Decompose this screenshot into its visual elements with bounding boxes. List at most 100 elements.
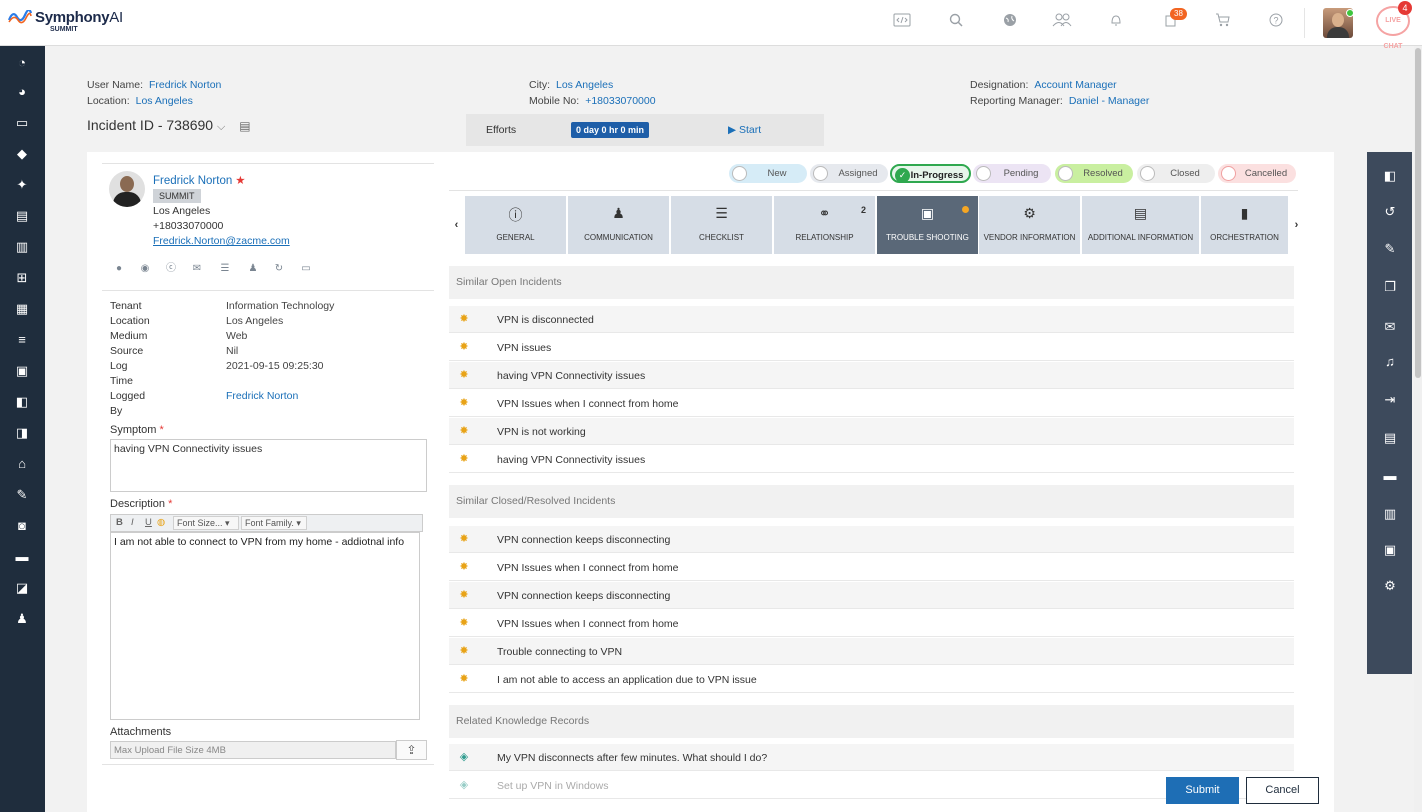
tab-vendor-information[interactable]: ⚙ VENDOR INFORMATION (979, 196, 1080, 254)
symptom-input[interactable]: having VPN Connectivity issues (110, 439, 427, 492)
report-icon[interactable]: ▤ (1380, 428, 1400, 448)
mail-icon[interactable]: ✉ (1380, 317, 1400, 337)
tab-orchestration[interactable]: ▮ ORCHESTRATION (1201, 196, 1288, 254)
chart-document-icon[interactable]: ◨ (13, 424, 31, 442)
caller-name[interactable]: Fredrick Norton ★ (153, 173, 246, 187)
briefcase-icon[interactable]: ▬ (13, 548, 31, 566)
message-icon[interactable]: ◉ (138, 262, 152, 276)
tab-trouble-shooting[interactable]: ▣ TROUBLE SHOOTING (877, 196, 978, 254)
bell-icon[interactable] (1106, 13, 1126, 33)
copy-icon[interactable]: ❐ (1380, 277, 1400, 297)
document-arrow-icon[interactable]: ▦ (13, 300, 31, 318)
list-item[interactable]: ◈ My VPN disconnects after few minutes. W… (449, 744, 1294, 771)
pdf-icon[interactable]: ▣ (1380, 540, 1400, 560)
hammer-icon[interactable]: ✎ (13, 486, 31, 504)
tab-relationship[interactable]: ⚭ 2 RELATIONSHIP (774, 196, 875, 254)
status-cancelled[interactable]: Cancelled (1218, 164, 1296, 183)
user-name-value[interactable]: Fredrick Norton (149, 79, 221, 91)
new-item-icon[interactable]: ◧ (13, 393, 31, 411)
list-item[interactable]: ✸ VPN issues (449, 334, 1294, 361)
remote-desktop-icon[interactable]: ▭ (299, 262, 313, 276)
export-icon[interactable]: ⇥ (1380, 390, 1400, 410)
designation-value[interactable]: Account Manager (1034, 79, 1116, 91)
list-item[interactable]: ✸ I am not able to access an application … (449, 666, 1294, 693)
start-button[interactable]: ▶ Start (728, 124, 761, 136)
edit-document-icon[interactable]: ▤ (13, 207, 31, 225)
upload-icon[interactable]: ⇪ (396, 740, 427, 760)
home-arrow-icon[interactable]: ⌂ (13, 455, 31, 473)
tab-general[interactable]: ⓘ GENERAL (465, 196, 566, 254)
list-item[interactable]: ✸ VPN is not working (449, 418, 1294, 445)
italic-button[interactable]: I (131, 517, 134, 528)
list-icon[interactable]: ☰ (218, 262, 232, 276)
tag-icon[interactable]: ◆ (13, 145, 31, 163)
list-item[interactable]: ✸ VPN Issues when I connect from home (449, 554, 1294, 581)
help-icon[interactable]: ? (1266, 13, 1286, 33)
symphonyai-logo[interactable]: SymphonyAI SUMMIT (8, 8, 138, 38)
comments-icon[interactable]: ▬ (1380, 466, 1400, 486)
list-item[interactable]: ✸ VPN Issues when I connect from home (449, 610, 1294, 637)
gear-person-icon[interactable]: ✦ (13, 176, 31, 194)
cart-nav-icon[interactable]: ⊞ (13, 269, 31, 287)
cart-icon[interactable] (1213, 13, 1233, 33)
bold-button[interactable]: B (116, 517, 123, 528)
tasks-icon[interactable]: 38 (1160, 8, 1187, 33)
inbox-icon[interactable]: ▣ (13, 362, 31, 380)
submit-button[interactable]: Submit (1166, 777, 1239, 804)
location-value[interactable]: Los Angeles (136, 95, 193, 107)
list-item[interactable]: ✸ VPN connection keeps disconnecting (449, 582, 1294, 609)
globe-icon[interactable] (1000, 13, 1020, 33)
edit-note-icon[interactable]: ✎ (1380, 239, 1400, 259)
cancel-button[interactable]: Cancel (1246, 777, 1319, 804)
user-action-icon[interactable]: ♟ (246, 262, 260, 276)
caller-email[interactable]: Fredrick.Norton@zacme.com (153, 235, 290, 247)
color-icon[interactable]: ◍ (157, 517, 165, 528)
list-item[interactable]: ✸ VPN connection keeps disconnecting (449, 526, 1294, 553)
chat-icon[interactable]: ● (112, 262, 126, 276)
font-family-select[interactable]: Font Family. ▾ (241, 516, 307, 530)
status-new[interactable]: New (729, 164, 807, 183)
detail-value-logged-by[interactable]: Fredrick Norton (226, 390, 298, 402)
tab-additional-information[interactable]: ▤ ADDITIONAL INFORMATION (1082, 196, 1199, 254)
cc-icon[interactable]: ⓒ (164, 262, 178, 276)
mail-icon[interactable]: ✉ (190, 262, 204, 276)
person-icon[interactable]: ♟ (13, 610, 31, 628)
list-item[interactable]: ✸ having VPN Connectivity issues (449, 446, 1294, 473)
dashboard-icon[interactable]: ◔ (13, 54, 31, 72)
tabs-prev-icon[interactable]: ‹ (449, 196, 464, 254)
split-document-icon[interactable]: ◧ (1380, 166, 1400, 186)
database-icon[interactable]: ≡ (13, 331, 31, 349)
incident-id[interactable]: Incident ID - 738690 ⌵ ▤ (87, 117, 251, 134)
tabs-next-icon[interactable]: › (1289, 196, 1304, 254)
users-icon[interactable] (1052, 13, 1072, 33)
city-value[interactable]: Los Angeles (556, 79, 613, 91)
list-item[interactable]: ✸ VPN is disconnected (449, 306, 1294, 333)
description-input[interactable]: I am not able to connect to VPN from my … (110, 532, 420, 720)
font-size-select[interactable]: Font Size... ▾ (173, 516, 239, 530)
status-closed[interactable]: Closed (1137, 164, 1215, 183)
checklist-document-icon[interactable]: ▥ (13, 238, 31, 256)
clipboard-icon[interactable]: ▥ (1380, 504, 1400, 524)
document-search-icon[interactable]: ◪ (13, 579, 31, 597)
underline-button[interactable]: U (145, 517, 152, 528)
list-item[interactable]: ✸ having VPN Connectivity issues (449, 362, 1294, 389)
code-icon[interactable] (892, 13, 912, 33)
status-pending[interactable]: Pending (973, 164, 1051, 183)
settings-list-icon[interactable]: ⚙ (1380, 576, 1400, 596)
console-icon[interactable]: ▭ (13, 114, 31, 132)
status-resolved[interactable]: Resolved (1055, 164, 1133, 183)
tab-communication[interactable]: ♟ COMMUNICATION (568, 196, 669, 254)
reporting-value[interactable]: Daniel - Manager (1069, 95, 1150, 107)
page-scrollbar[interactable] (1414, 46, 1422, 812)
history-icon[interactable]: ↺ (1380, 202, 1400, 222)
tab-checklist[interactable]: ☰ CHECKLIST (671, 196, 772, 254)
search-icon[interactable] (946, 13, 966, 33)
mobile-value[interactable]: +18033070000 (585, 95, 655, 107)
monitor-gear-icon[interactable]: ◙ (13, 517, 31, 535)
history-icon[interactable]: ↻ (272, 262, 286, 276)
list-item[interactable]: ✸ Trouble connecting to VPN (449, 638, 1294, 665)
attachment-input[interactable]: Max Upload File Size 4MB (110, 741, 396, 759)
status-assigned[interactable]: Assigned (810, 164, 888, 183)
notes-icon[interactable]: ▤ (239, 119, 250, 133)
bell-icon[interactable]: ♫ (1380, 352, 1400, 372)
